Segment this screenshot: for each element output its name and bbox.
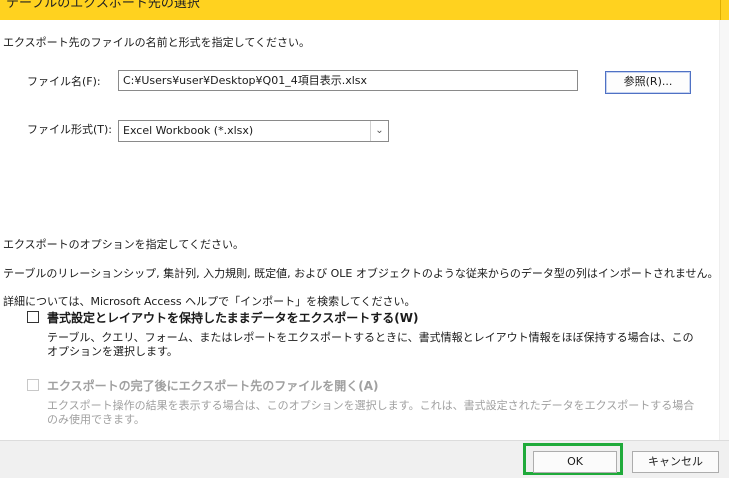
chevron-down-icon[interactable]: ⌄ — [370, 121, 388, 141]
dialog-content: エクスポート先のファイルの名前と形式を指定してください。 ファイル名(F): C… — [0, 20, 720, 440]
options-note-help: 詳細については、Microsoft Access ヘルプで「インポート」を検索し… — [3, 295, 416, 308]
vertical-scrollbar[interactable] — [719, 20, 729, 440]
keep-formatting-label[interactable]: 書式設定とレイアウトを保持したままデータをエクスポートする(W) — [47, 309, 419, 326]
options-note-relationships: テーブルのリレーションシップ, 集計列, 入力規則, 既定値, および OLE … — [3, 267, 719, 280]
open-after-export-checkbox[interactable] — [27, 379, 39, 391]
ok-button[interactable]: OK — [533, 451, 617, 473]
file-format-label: ファイル形式(T): — [27, 123, 113, 136]
keep-formatting-checkbox[interactable] — [27, 311, 39, 323]
open-after-export-label[interactable]: エクスポートの完了後にエクスポート先のファイルを開く(A) — [47, 377, 379, 394]
options-intro: エクスポートのオプションを指定してください。 — [3, 238, 245, 251]
window-title: テーブルのエクスポート先の選択 — [6, 0, 200, 11]
title-bar: テーブルのエクスポート先の選択 — [0, 0, 729, 20]
file-format-value: Excel Workbook (*.xlsx) — [123, 124, 254, 137]
filename-label: ファイル名(F): — [27, 75, 101, 88]
file-format-select[interactable]: Excel Workbook (*.xlsx) ⌄ — [118, 120, 389, 142]
keep-formatting-description: テーブル、クエリ、フォーム、またはレポートをエクスポートするときに、書式情報とレ… — [47, 331, 694, 358]
cancel-button[interactable]: キャンセル — [632, 451, 719, 473]
open-after-export-description: エクスポート操作の結果を表示する場合は、このオプションを選択します。これは、書式… — [47, 399, 695, 426]
intro-text: エクスポート先のファイルの名前と形式を指定してください。 — [3, 36, 311, 49]
browse-button[interactable]: 参照(R)... — [605, 71, 691, 94]
filename-input[interactable]: C:¥Users¥user¥Desktop¥Q01_4項目表示.xlsx — [118, 70, 578, 91]
title-bar-edge — [720, 0, 721, 20]
